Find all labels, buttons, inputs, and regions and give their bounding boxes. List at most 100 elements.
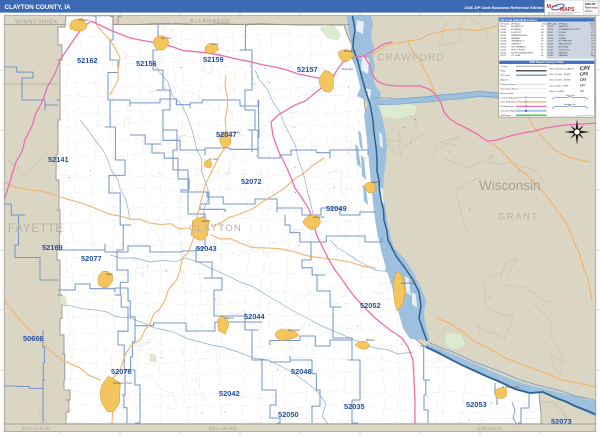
svg-text:52158: 52158	[548, 44, 555, 46]
svg-text:STRAWBERRY POINT: STRAWBERRY POINT	[559, 28, 581, 31]
svg-text:GRANT: GRANT	[498, 212, 539, 223]
svg-text:Reference: Reference	[585, 6, 598, 10]
svg-text:Cities and Towns: Cities and Towns	[549, 63, 566, 66]
svg-text:ZIP Code: ZIP Code	[501, 75, 511, 77]
svg-text:52162: 52162	[548, 52, 555, 54]
svg-text:US Highways: US Highways	[501, 106, 515, 108]
svg-text:52044: 52044	[244, 312, 265, 321]
svg-text:52048: 52048	[500, 38, 507, 40]
svg-text:52159: 52159	[548, 47, 555, 49]
svg-text:WAUKON: WAUKON	[559, 51, 569, 54]
svg-text:Cities 5,000 - 9,999: Cities 5,000 - 9,999	[549, 84, 569, 87]
svg-text:8G: 8G	[591, 26, 594, 28]
svg-text:Littleport: Littleport	[224, 316, 234, 320]
svg-text:52072: 52072	[500, 55, 507, 57]
svg-text:52053: 52053	[466, 400, 487, 409]
svg-text:GARBER: GARBER	[511, 37, 520, 40]
svg-text:ST. OLAF: ST. OLAF	[511, 54, 521, 57]
svg-text:52050: 52050	[278, 410, 299, 419]
svg-text:CLAYTON: CLAYTON	[189, 223, 242, 234]
svg-text:52162: 52162	[77, 56, 98, 65]
svg-text:52035: 52035	[344, 402, 365, 411]
svg-text:Medium City: Medium City	[564, 103, 575, 106]
svg-text:MARQUETTE: MARQUETTE	[559, 43, 573, 46]
svg-text:52141: 52141	[48, 155, 69, 164]
svg-text:52050: 52050	[500, 44, 507, 46]
svg-text:EDGEWOOD: EDGEWOOD	[511, 26, 524, 28]
svg-text:52043: 52043	[196, 244, 217, 253]
svg-text:52157: 52157	[297, 65, 318, 74]
svg-text:Monona: Monona	[161, 36, 171, 40]
svg-text:NORTH BUENA VISTA: NORTH BUENA VISTA	[511, 51, 533, 54]
svg-text:52076: 52076	[548, 29, 555, 31]
svg-text:2026 ZIP Code Business Referen: 2026 ZIP Code Business Reference Edition	[464, 5, 544, 10]
svg-text:CRAWFORD: CRAWFORD	[377, 53, 445, 64]
svg-text:Millville: Millville	[366, 338, 375, 342]
svg-text:52044: 52044	[500, 32, 507, 34]
svg-text:52169: 52169	[548, 55, 555, 57]
svg-text:7G: 7G	[541, 52, 544, 54]
svg-text:52157: 52157	[548, 41, 555, 43]
svg-text:GUTTENBERG: GUTTENBERG	[511, 47, 526, 49]
svg-text:VOLGA: VOLGA	[559, 31, 567, 34]
svg-text:DUBUQUE: DUBUQUE	[477, 426, 502, 431]
svg-text:America's Leading Map Resource: America's Leading Map Resource	[548, 12, 573, 15]
svg-text:52141: 52141	[548, 35, 555, 37]
svg-text:52053: 52053	[500, 49, 507, 51]
svg-text:52156: 52156	[548, 38, 555, 40]
svg-text:WADENA: WADENA	[559, 54, 569, 57]
svg-text:52160: 52160	[548, 49, 555, 51]
svg-text:CLAYTON COUNTY, IA: CLAYTON COUNTY, IA	[5, 4, 72, 11]
svg-text:ZIP Name: ZIP Name	[559, 23, 569, 25]
svg-text:GREELEY: GREELEY	[511, 44, 521, 46]
svg-text:BUCHANAN: BUCHANAN	[22, 426, 50, 431]
svg-text:ZIP Code: ZIP Code	[548, 23, 558, 25]
svg-text:FARMERSBURG: FARMERSBURG	[511, 34, 527, 37]
svg-text:52156: 52156	[136, 59, 157, 68]
svg-text:52073: 52073	[548, 26, 555, 28]
svg-text:Wisconsin: Wisconsin	[479, 178, 541, 193]
svg-text:Garnavillo: Garnavillo	[313, 215, 325, 219]
svg-text:52048: 52048	[291, 367, 312, 376]
svg-text:Osterdock: Osterdock	[288, 328, 301, 332]
svg-text:Edition: Edition	[585, 9, 593, 13]
svg-text:52169: 52169	[42, 243, 63, 252]
svg-text:Copyright MarketMAPS: Copyright MarketMAPS	[575, 114, 594, 117]
svg-text:Minor Streets: Minor Streets	[501, 92, 515, 95]
svg-text:Marquette: Marquette	[344, 49, 356, 53]
svg-text:52052: 52052	[500, 47, 507, 49]
svg-text:52043: 52043	[500, 29, 507, 31]
svg-text:52159: 52159	[203, 55, 224, 64]
svg-text:52049: 52049	[326, 204, 347, 213]
svg-text:ZIP Code: ZIP Code	[500, 23, 510, 25]
svg-text:DELAWARE: DELAWARE	[209, 426, 237, 431]
svg-text:Volga: Volga	[106, 272, 113, 276]
svg-text:MC GREGOR: MC GREGOR	[559, 41, 573, 43]
svg-text:ALLAMAKEE: ALLAMAKEE	[190, 19, 230, 25]
svg-text:52042: 52042	[500, 26, 507, 28]
svg-text:Large City: Large City	[565, 94, 574, 97]
svg-text:Strawberry Point: Strawberry Point	[113, 381, 132, 385]
svg-text:N. Buena Vista: N. Buena Vista	[502, 385, 520, 389]
svg-text:FAYETTE: FAYETTE	[8, 223, 64, 235]
svg-text:52042: 52042	[219, 389, 240, 398]
svg-text:52047: 52047	[500, 35, 507, 37]
svg-text:Cities 0 - 4,999: Cities 0 - 4,999	[549, 90, 564, 93]
svg-text:2026 ZIP: 2026 ZIP	[585, 2, 596, 6]
svg-text:ELKPORT: ELKPORT	[511, 32, 521, 34]
svg-text:POSTVILLE: POSTVILLE	[559, 49, 571, 51]
svg-text:Primary Streets: Primary Streets	[501, 83, 517, 86]
svg-text:Toll Roads: Toll Roads	[501, 115, 512, 117]
svg-text:Cities 35,000 - 99,999: Cities 35,000 - 99,999	[549, 73, 571, 76]
svg-text:52077: 52077	[81, 254, 102, 263]
svg-text:5G: 5G	[541, 47, 544, 49]
svg-text:St. Olaf: St. Olaf	[209, 157, 218, 161]
svg-text:HOLY CROSS: HOLY CROSS	[511, 49, 525, 51]
svg-text:Cities 10,000 - 34,999: Cities 10,000 - 34,999	[549, 79, 571, 82]
svg-text:Clayton: Clayton	[371, 180, 380, 184]
svg-text:MAPS: MAPS	[560, 7, 575, 13]
svg-text:LUANA: LUANA	[559, 37, 567, 40]
svg-text:52076: 52076	[111, 367, 132, 376]
svg-text:State: State	[501, 70, 507, 73]
svg-text:52049: 52049	[500, 41, 507, 43]
